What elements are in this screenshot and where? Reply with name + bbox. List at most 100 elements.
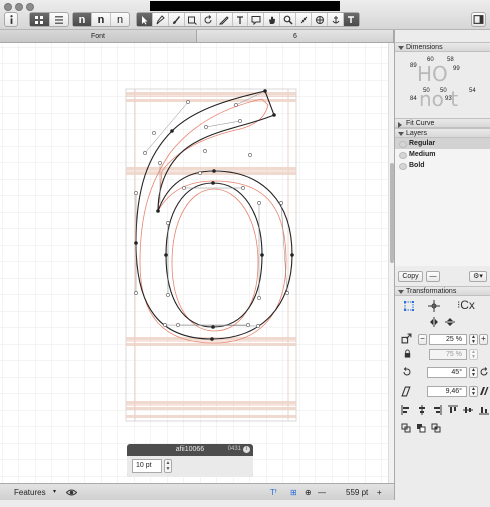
dim-value[interactable]: 54 — [469, 88, 476, 94]
minimize-window-button[interactable] — [15, 3, 23, 11]
align-icon[interactable]: ⊞ — [290, 484, 297, 501]
glyph-unicode[interactable]: 0431 — [228, 446, 241, 452]
size-stepper[interactable]: ▲ ▼ — [164, 459, 172, 473]
pointer-icon[interactable] — [137, 13, 153, 26]
tab-bar: Font 6 — [0, 30, 394, 43]
flip-vertical-icon[interactable] — [445, 317, 455, 327]
text-icon[interactable] — [233, 13, 249, 26]
align-top-icon[interactable] — [447, 405, 458, 415]
glyph-edit-canvas[interactable]: afii10066 0431 i 10 pt ▲ ▼ — [0, 43, 388, 483]
dim-value[interactable]: 60 — [427, 57, 434, 63]
layers-list: Regular Medium Bold — [395, 138, 490, 266]
scale-stepper[interactable]: ▲ ▼ — [469, 334, 478, 345]
metrics-icon[interactable]: ⊕ — [305, 484, 312, 501]
window-toolbar: n n n — [0, 0, 490, 30]
component-icon[interactable] — [312, 13, 329, 26]
list-view-icon[interactable] — [50, 13, 69, 26]
origin-point-icon[interactable] — [427, 300, 441, 312]
copy-layer-button[interactable]: Copy — [398, 271, 423, 282]
lock-icon[interactable] — [403, 349, 412, 358]
zoom-in-button[interactable]: + — [377, 484, 382, 501]
dim-value[interactable]: 99 — [453, 66, 460, 72]
view-mode-segmented[interactable] — [29, 12, 69, 27]
tab-glyph-6[interactable]: 6 — [197, 30, 394, 42]
inspector-panel: Dimensions HO no t 89 60 58 99 84 50 50 … — [394, 30, 490, 500]
eye-icon[interactable] — [65, 484, 78, 507]
remove-layer-button[interactable]: — — [426, 271, 440, 282]
scale-stepper-vertical[interactable]: ▲ ▼ — [469, 349, 478, 360]
bounding-box-icon[interactable] — [403, 300, 415, 312]
zoom-window-button[interactable] — [26, 3, 34, 11]
fit-curve-header[interactable]: Fit Curve — [395, 118, 490, 128]
window-title — [150, 1, 340, 11]
align-toolbar — [401, 405, 489, 417]
slant-right-icon[interactable] — [479, 386, 489, 396]
dim-value[interactable]: 84 — [410, 96, 417, 102]
grid-view-icon[interactable] — [30, 13, 50, 26]
tab-font[interactable]: Font — [0, 30, 197, 42]
annotation-icon[interactable] — [248, 13, 265, 26]
features-menu[interactable]: Features — [14, 484, 46, 501]
origin-reference-icon[interactable]: ⁝ Cx — [452, 298, 480, 312]
glyph-mode-light[interactable]: n — [111, 13, 129, 26]
close-window-button[interactable] — [4, 3, 12, 11]
align-left-icon[interactable] — [401, 405, 411, 415]
zoom-level[interactable]: 559 pt — [346, 484, 368, 501]
rotate-cw-icon[interactable] — [479, 367, 489, 377]
hand-icon[interactable] — [264, 13, 281, 26]
chevron-down-icon[interactable]: ▾ — [53, 484, 56, 501]
align-right-icon[interactable] — [432, 405, 442, 415]
intersect-icon[interactable] — [431, 423, 441, 433]
slant-left-icon[interactable] — [401, 386, 412, 397]
brush-icon[interactable] — [169, 13, 185, 26]
dim-value[interactable]: 89 — [410, 63, 417, 69]
scale-down-button[interactable]: − — [418, 334, 427, 345]
scale-icon[interactable] — [401, 333, 412, 344]
sidebar-toggle-icon[interactable] — [471, 12, 486, 27]
scale-percent-field[interactable]: 25 % — [429, 334, 467, 345]
slant-stepper[interactable]: ▲ ▼ — [469, 386, 478, 397]
measure-icon[interactable] — [296, 13, 313, 26]
align-center-icon[interactable] — [417, 405, 427, 415]
align-bottom-icon[interactable] — [478, 405, 489, 415]
anchor-icon[interactable] — [328, 13, 344, 26]
origin-reference-label: Cx — [460, 298, 475, 312]
pen-icon[interactable] — [153, 13, 169, 26]
layer-item-regular[interactable]: Regular — [395, 138, 490, 149]
glyph-mode-bold[interactable]: n — [73, 13, 92, 26]
text-features-icon[interactable]: Tᶠ — [270, 484, 277, 501]
rotate-ccw-icon[interactable] — [402, 367, 412, 377]
dim-value[interactable]: 93 — [445, 96, 452, 102]
zoom-icon[interactable] — [280, 13, 297, 26]
rotate-stepper[interactable]: ▲ ▼ — [469, 367, 478, 378]
info-icon[interactable] — [4, 12, 18, 27]
knife-icon[interactable] — [217, 13, 233, 26]
scale-up-button[interactable]: + — [479, 334, 488, 345]
preview-icon[interactable] — [343, 13, 359, 26]
layer-item-bold[interactable]: Bold — [395, 160, 490, 171]
info-circle-icon[interactable]: i — [243, 446, 250, 453]
layers-header[interactable]: Layers — [395, 128, 490, 138]
flip-horizontal-icon[interactable] — [429, 317, 439, 327]
dimensions-header[interactable]: Dimensions — [395, 42, 490, 52]
dim-value[interactable]: 58 — [447, 57, 454, 63]
subtract-icon[interactable] — [416, 423, 426, 433]
preview-size-field[interactable]: 10 pt — [132, 459, 162, 473]
glyph-width-segmented[interactable]: n n n — [72, 12, 130, 27]
rotate-angle-field[interactable]: 45° — [427, 367, 467, 378]
glyph-info-panel: afii10066 0431 i 10 pt ▲ ▼ — [127, 444, 253, 477]
union-icon[interactable] — [401, 423, 411, 433]
rectangle-icon[interactable] — [185, 13, 201, 26]
rotate-icon[interactable] — [201, 13, 217, 26]
dim-value[interactable]: 50 — [440, 88, 447, 94]
align-middle-icon[interactable] — [463, 405, 474, 415]
layer-settings-gear-icon[interactable]: ⚙▾ — [469, 271, 487, 282]
dim-value[interactable]: 50 — [423, 88, 430, 94]
layer-item-medium[interactable]: Medium — [395, 149, 490, 160]
path-operations — [401, 423, 441, 435]
transformations-header[interactable]: Transformations — [395, 286, 490, 296]
zoom-out-button[interactable]: — — [318, 484, 326, 501]
slant-angle-field[interactable]: 9,46° — [427, 386, 467, 397]
glyph-mode-regular[interactable]: n — [92, 13, 111, 26]
scale-percent-field-vertical[interactable]: 75 % — [429, 349, 467, 360]
